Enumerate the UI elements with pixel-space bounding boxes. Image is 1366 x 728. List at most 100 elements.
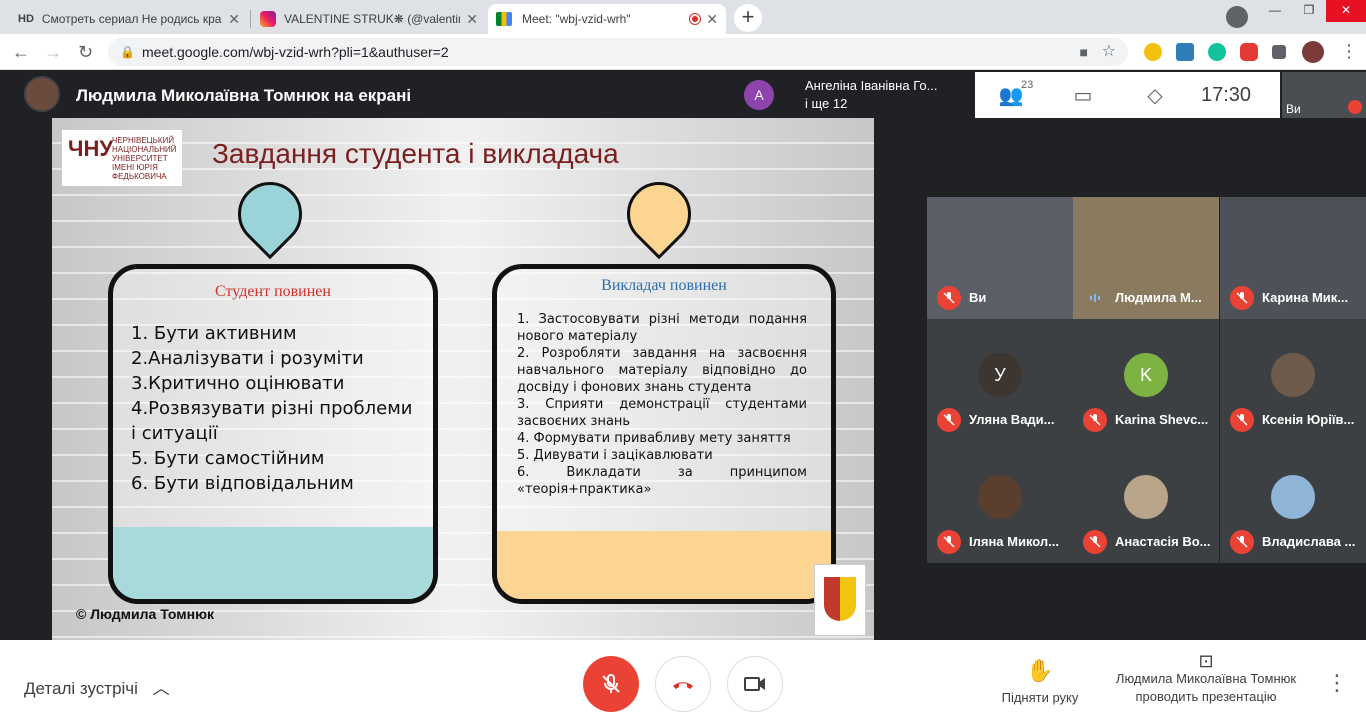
mic-off-icon (1083, 408, 1107, 432)
participant-name: Karina Shevc... (1115, 412, 1209, 427)
meeting-details-button[interactable]: Деталі зустрічі ︿ (24, 674, 170, 699)
participant-tile[interactable]: Людмила М... (1073, 197, 1219, 319)
list-item: 6. Бути відповідальним (131, 473, 354, 494)
close-window-icon[interactable]: ✕ (1326, 0, 1366, 22)
teacher-heading: Викладач повинен (601, 277, 727, 294)
list-item: 3. Сприяти демонстрації студентами засво… (517, 397, 807, 429)
back-icon[interactable]: ← (12, 42, 30, 63)
activities-button[interactable]: ◇ (1119, 83, 1191, 108)
leave-call-button[interactable] (655, 656, 711, 712)
tab-meet[interactable]: Meet: "wbj-vzid-wrh" ✕ (488, 4, 726, 34)
student-fill (113, 527, 433, 599)
slide-copyright: © Людмила Томнюк (76, 606, 215, 622)
participant-tile[interactable]: Анастасія Во... (1073, 441, 1219, 563)
close-tab-icon[interactable]: ✕ (466, 11, 478, 28)
lock-icon: 🔒 (120, 45, 135, 59)
new-tab-button[interactable]: + (734, 4, 762, 32)
meet-controls-bar: Деталі зустрічі ︿ ✋ Підняти руку ⊡ Людми… (0, 640, 1366, 728)
browser-tab-bar: HD Смотреть сериал Не родись краси ✕ VAL… (0, 0, 1366, 34)
window-controls: — ❐ ✕ (1258, 0, 1366, 22)
presenting-name: Людмила Миколаївна Томнюк (1115, 671, 1297, 686)
close-tab-icon[interactable]: ✕ (228, 11, 240, 28)
self-view-thumbnail[interactable]: Ви (1282, 72, 1366, 118)
meeting-details-label: Деталі зустрічі (24, 679, 138, 698)
url-text: meet.google.com/wbj-vzid-wrh?pli=1&authu… (142, 44, 449, 60)
participant-tile[interactable]: Владислава ... (1220, 441, 1366, 563)
list-item: 4.Розвязувати різні проблеми і ситуації (131, 398, 413, 444)
participant-tile[interactable]: Карина Мик... (1220, 197, 1366, 319)
extension-icon[interactable] (1144, 43, 1162, 61)
joiner-more: і ще 12 (805, 96, 848, 111)
joiner-avatar: А (744, 80, 774, 110)
raise-hand-button[interactable]: ✋ Підняти руку (990, 658, 1090, 705)
coat-of-arms-icon (814, 564, 866, 636)
minimize-icon[interactable]: — (1258, 0, 1292, 22)
logo-text: ЧЕРНІВЕЦЬКИЙ НАЦІОНАЛЬНИЙ УНІВЕРСИТЕТ ІМ… (112, 136, 177, 181)
clock: 17:30 (1201, 83, 1252, 106)
mic-off-icon (937, 286, 961, 310)
tab-serial[interactable]: HD Смотреть сериал Не родись краси ✕ (10, 4, 248, 34)
extension-lt-icon[interactable] (1176, 43, 1194, 61)
reload-icon[interactable]: ↻ (78, 42, 93, 63)
list-item: 1. Бути активним (131, 323, 297, 344)
bookmark-star-icon[interactable]: ☆ (1102, 38, 1116, 66)
participant-tile[interactable]: Іляна Микол... (927, 441, 1073, 563)
participant-tile[interactable]: У Уляна Вади... (927, 319, 1073, 441)
adblock-icon[interactable] (1240, 43, 1258, 61)
participants-button[interactable]: 👥 23 (975, 79, 1047, 108)
tab-instagram[interactable]: VALENTINE STRUK❋ (@valentinees ✕ (252, 4, 486, 34)
tab-search-icon[interactable] (1226, 6, 1248, 28)
camera-toggle-button[interactable] (727, 656, 783, 712)
meet-top-panel: 👥 23 ▭ ◇ 17:30 (975, 72, 1280, 118)
participant-tile[interactable]: Ксенія Юріїв... (1220, 319, 1366, 441)
mic-off-icon (1230, 286, 1254, 310)
participant-name: Владислава ... (1262, 534, 1356, 549)
student-list: 1. Бути активним 2.Аналізувати і розуміт… (131, 321, 413, 496)
puzzle-icon[interactable] (1272, 45, 1286, 59)
grammarly-icon[interactable] (1208, 43, 1226, 61)
presenter-title: Людмила Миколаївна Томнюк на екрані (76, 86, 412, 105)
tab-title: VALENTINE STRUK❋ (@valentinees (284, 12, 460, 26)
teacher-list: 1. Застосовувати різні методи подання но… (517, 311, 807, 498)
participant-tile[interactable]: K Karina Shevc... (1073, 319, 1219, 441)
teacher-fill (497, 531, 831, 599)
forward-icon[interactable]: → (44, 42, 62, 63)
profile-avatar[interactable] (1302, 41, 1324, 63)
list-item: 2. Розробляти завдання на засвоєння навч… (517, 346, 807, 395)
participant-avatar (1271, 353, 1315, 397)
presenter-avatar (24, 76, 60, 112)
mic-off-icon (602, 674, 620, 693)
maximize-icon[interactable]: ❐ (1292, 0, 1326, 22)
list-item: 4. Формувати привабливу мету заняття (517, 431, 791, 446)
hd-favicon-icon: HD (18, 13, 34, 25)
list-item: 5. Бути самостійним (131, 448, 325, 469)
participant-name: Іляна Микол... (969, 534, 1060, 549)
mic-toggle-button[interactable] (583, 656, 639, 712)
participant-name: Карина Мик... (1262, 290, 1349, 305)
chrome-menu-icon[interactable]: ⋮ (1340, 41, 1358, 62)
camera-permission-icon[interactable]: ■ (1080, 38, 1088, 66)
mic-off-icon (1083, 530, 1107, 554)
mic-off-icon (937, 530, 961, 554)
logo-mark: ЧНУ (68, 136, 114, 161)
list-item: 6. Викладати за принципом «теорія+практи… (517, 465, 807, 497)
participant-name: Людмила М... (1115, 290, 1202, 305)
slide-title: Завдання студента і викладача (212, 138, 619, 169)
participant-name: Ксенія Юріїв... (1262, 412, 1355, 427)
participant-tile[interactable]: Ви (927, 197, 1073, 319)
chat-icon: ▭ (1073, 84, 1093, 107)
joiner-name: Ангеліна Іванівна Го... (805, 78, 938, 93)
participant-avatar (978, 475, 1022, 519)
tab-title: Meet: "wbj-vzid-wrh" (522, 12, 631, 26)
speaking-icon (1083, 286, 1107, 310)
chat-button[interactable]: ▭ (1047, 83, 1119, 108)
participant-name: Уляна Вади... (969, 412, 1055, 427)
more-options-icon[interactable]: ⋮ (1326, 670, 1348, 696)
close-tab-icon[interactable]: ✕ (706, 11, 718, 28)
presenting-button[interactable]: ⊡ Людмила Миколаївна Томнюк проводить пр… (1106, 652, 1306, 706)
participant-avatar: K (1124, 353, 1168, 397)
participant-avatar: У (978, 353, 1022, 397)
url-field[interactable]: 🔒 meet.google.com/wbj-vzid-wrh?pli=1&aut… (108, 38, 1128, 66)
self-label: Ви (1286, 102, 1301, 116)
join-notification[interactable]: А Ангеліна Іванівна Го... і ще 12 (744, 72, 974, 118)
